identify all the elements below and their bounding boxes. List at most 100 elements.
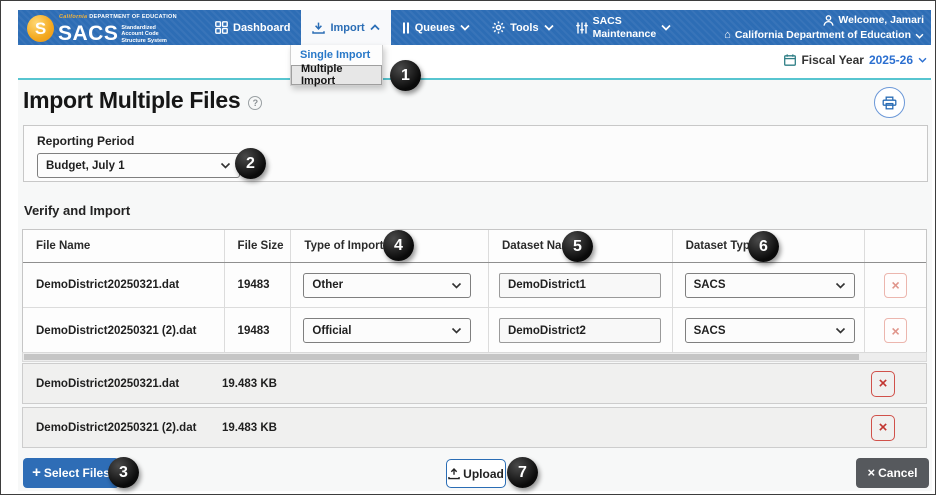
sliders-icon: [575, 22, 588, 34]
welcome-text: Welcome, Jamari: [838, 14, 924, 26]
close-icon: ×: [891, 322, 900, 339]
calendar-icon: [784, 54, 797, 66]
tagline-rest: DEPARTMENT OF EDUCATION: [89, 14, 177, 20]
org-selector[interactable]: ⌂ California Department of Education: [724, 28, 924, 43]
dataset-type-select[interactable]: SACS: [684, 318, 855, 343]
dataset-type-cell: SACS: [673, 308, 866, 353]
chevron-down-icon: [460, 24, 470, 31]
fiscal-year-value: 2025-26: [868, 53, 913, 67]
nav-sacs-maintenance-label: SACS Maintenance: [593, 15, 657, 39]
callout-badge-7: 7: [507, 457, 538, 488]
nav-import-label: Import: [330, 21, 365, 34]
callout-badge-5: 5: [562, 231, 593, 262]
user-block: Welcome, Jamari ⌂ California Department …: [724, 13, 924, 43]
dataset-type-value: SACS: [693, 279, 726, 291]
chevron-down-icon: [451, 282, 462, 289]
chevron-down-icon: [220, 162, 231, 169]
selected-file-name: DemoDistrict20250321.dat: [36, 377, 180, 390]
plus-icon: +: [32, 463, 41, 481]
org-name: California Department of Education: [734, 29, 911, 42]
reporting-period-label: Reporting Period: [37, 134, 135, 148]
remove-file-button[interactable]: ×: [871, 414, 895, 441]
type-of-import-select[interactable]: Official: [303, 318, 472, 343]
actions-cell: ×: [865, 308, 926, 353]
verify-table-row: DemoDistrict20250321.dat 19483 Other SAC…: [23, 263, 926, 308]
col-file-name: File Name: [23, 230, 225, 262]
home-icon: ⌂: [724, 29, 731, 42]
nav-queues-label: Queues: [414, 21, 456, 34]
chevron-down-icon: [835, 327, 846, 334]
upload-button[interactable]: Upload: [446, 459, 506, 488]
close-icon: ×: [878, 419, 888, 436]
import-download-icon: [312, 22, 326, 34]
chevron-down-icon: [451, 327, 462, 334]
chevron-up-icon: [370, 24, 380, 31]
chevron-down-icon: [543, 24, 554, 31]
nav-tools[interactable]: Tools: [481, 10, 565, 45]
callout-badge-2: 2: [235, 148, 266, 179]
scrollbar-thumb[interactable]: [24, 354, 859, 360]
type-of-import-select[interactable]: Other: [303, 272, 472, 298]
nav-tools-label: Tools: [510, 21, 539, 34]
actions-cell: ×: [865, 263, 926, 307]
chevron-down-icon: [918, 57, 927, 63]
reporting-period-select[interactable]: Budget, July 1: [37, 153, 240, 178]
upload-label: Upload: [463, 466, 504, 481]
selected-file-row: DemoDistrict20250321 (2).dat 19.483 KB ×: [22, 407, 927, 448]
callout-badge-4: 4: [383, 230, 414, 261]
verify-and-import-heading: Verify and Import: [24, 203, 131, 218]
logo-subtitle-line1: Standardized: [121, 24, 156, 31]
callout-badge-3: 3: [108, 457, 139, 488]
nav-queues[interactable]: Queues: [391, 10, 481, 45]
sacs-logo[interactable]: S California DEPARTMENT OF EDUCATION SAC…: [27, 12, 177, 45]
help-icon[interactable]: ?: [248, 95, 263, 110]
dataset-name-cell: [489, 308, 673, 353]
maintenance-line1: SACS: [592, 15, 622, 28]
queues-icon: [402, 22, 410, 34]
select-files-button[interactable]: + Select Files: [23, 458, 119, 488]
file-size-cell: 19483: [225, 308, 292, 353]
callout-badge-1: 1: [390, 60, 421, 91]
type-of-import-value: Official: [312, 324, 352, 337]
logo-subtitle-line3: Structure System: [121, 38, 167, 45]
fiscal-year-selector[interactable]: Fiscal Year 2025-26: [784, 53, 927, 67]
menu-item-multiple-import[interactable]: Multiple Import: [291, 63, 382, 87]
page-title: Import Multiple Files: [23, 87, 241, 113]
chevron-down-icon: [915, 33, 924, 39]
remove-row-button[interactable]: ×: [884, 272, 908, 298]
logo-acronym: SACS: [58, 21, 119, 45]
dataset-name-input[interactable]: [498, 272, 661, 298]
select-files-label: Select Files: [43, 466, 110, 480]
logo-mark: S: [34, 18, 47, 38]
menu-item-single-import[interactable]: Single Import: [291, 45, 382, 65]
close-icon: ×: [878, 375, 888, 392]
nav-dashboard-label: Dashboard: [233, 21, 291, 34]
dataset-type-select[interactable]: SACS: [684, 272, 855, 298]
logo-subtitle-line2: Account Code: [121, 31, 159, 38]
verify-table-header: File Name File Size Type of Import Datas…: [23, 230, 926, 263]
remove-file-button[interactable]: ×: [871, 370, 895, 397]
multiple-import-label: Multiple Import: [301, 63, 343, 87]
page-header: Import Multiple Files ?: [23, 87, 263, 114]
selected-file-row: DemoDistrict20250321.dat 19.483 KB ×: [22, 363, 927, 404]
nav-sacs-maintenance[interactable]: SACS Maintenance: [565, 10, 683, 45]
nav-dashboard[interactable]: Dashboard: [204, 10, 301, 45]
print-button[interactable]: [874, 87, 905, 118]
logo-tagline: California DEPARTMENT OF EDUCATION: [59, 14, 177, 21]
cancel-button[interactable]: × Cancel: [856, 458, 929, 488]
type-of-import-cell: Official: [291, 308, 489, 353]
nav-import[interactable]: Import: [301, 10, 391, 45]
maintenance-line2: Maintenance: [592, 27, 657, 40]
remove-row-button[interactable]: ×: [884, 318, 908, 343]
dataset-name-input[interactable]: [498, 318, 661, 343]
fiscal-year-label: Fiscal Year: [801, 53, 864, 67]
reporting-period-value: Budget, July 1: [46, 159, 125, 172]
col-actions: [865, 230, 926, 262]
chevron-down-icon: [835, 282, 846, 289]
col-file-size: File Size: [225, 230, 292, 262]
callout-badge-6: 6: [748, 231, 779, 262]
logo-text: California DEPARTMENT OF EDUCATION SACS …: [58, 12, 177, 45]
selected-file-size: 19.483 KB: [222, 377, 277, 390]
dataset-type-cell: SACS: [673, 263, 866, 307]
horizontal-scrollbar[interactable]: [22, 352, 927, 362]
